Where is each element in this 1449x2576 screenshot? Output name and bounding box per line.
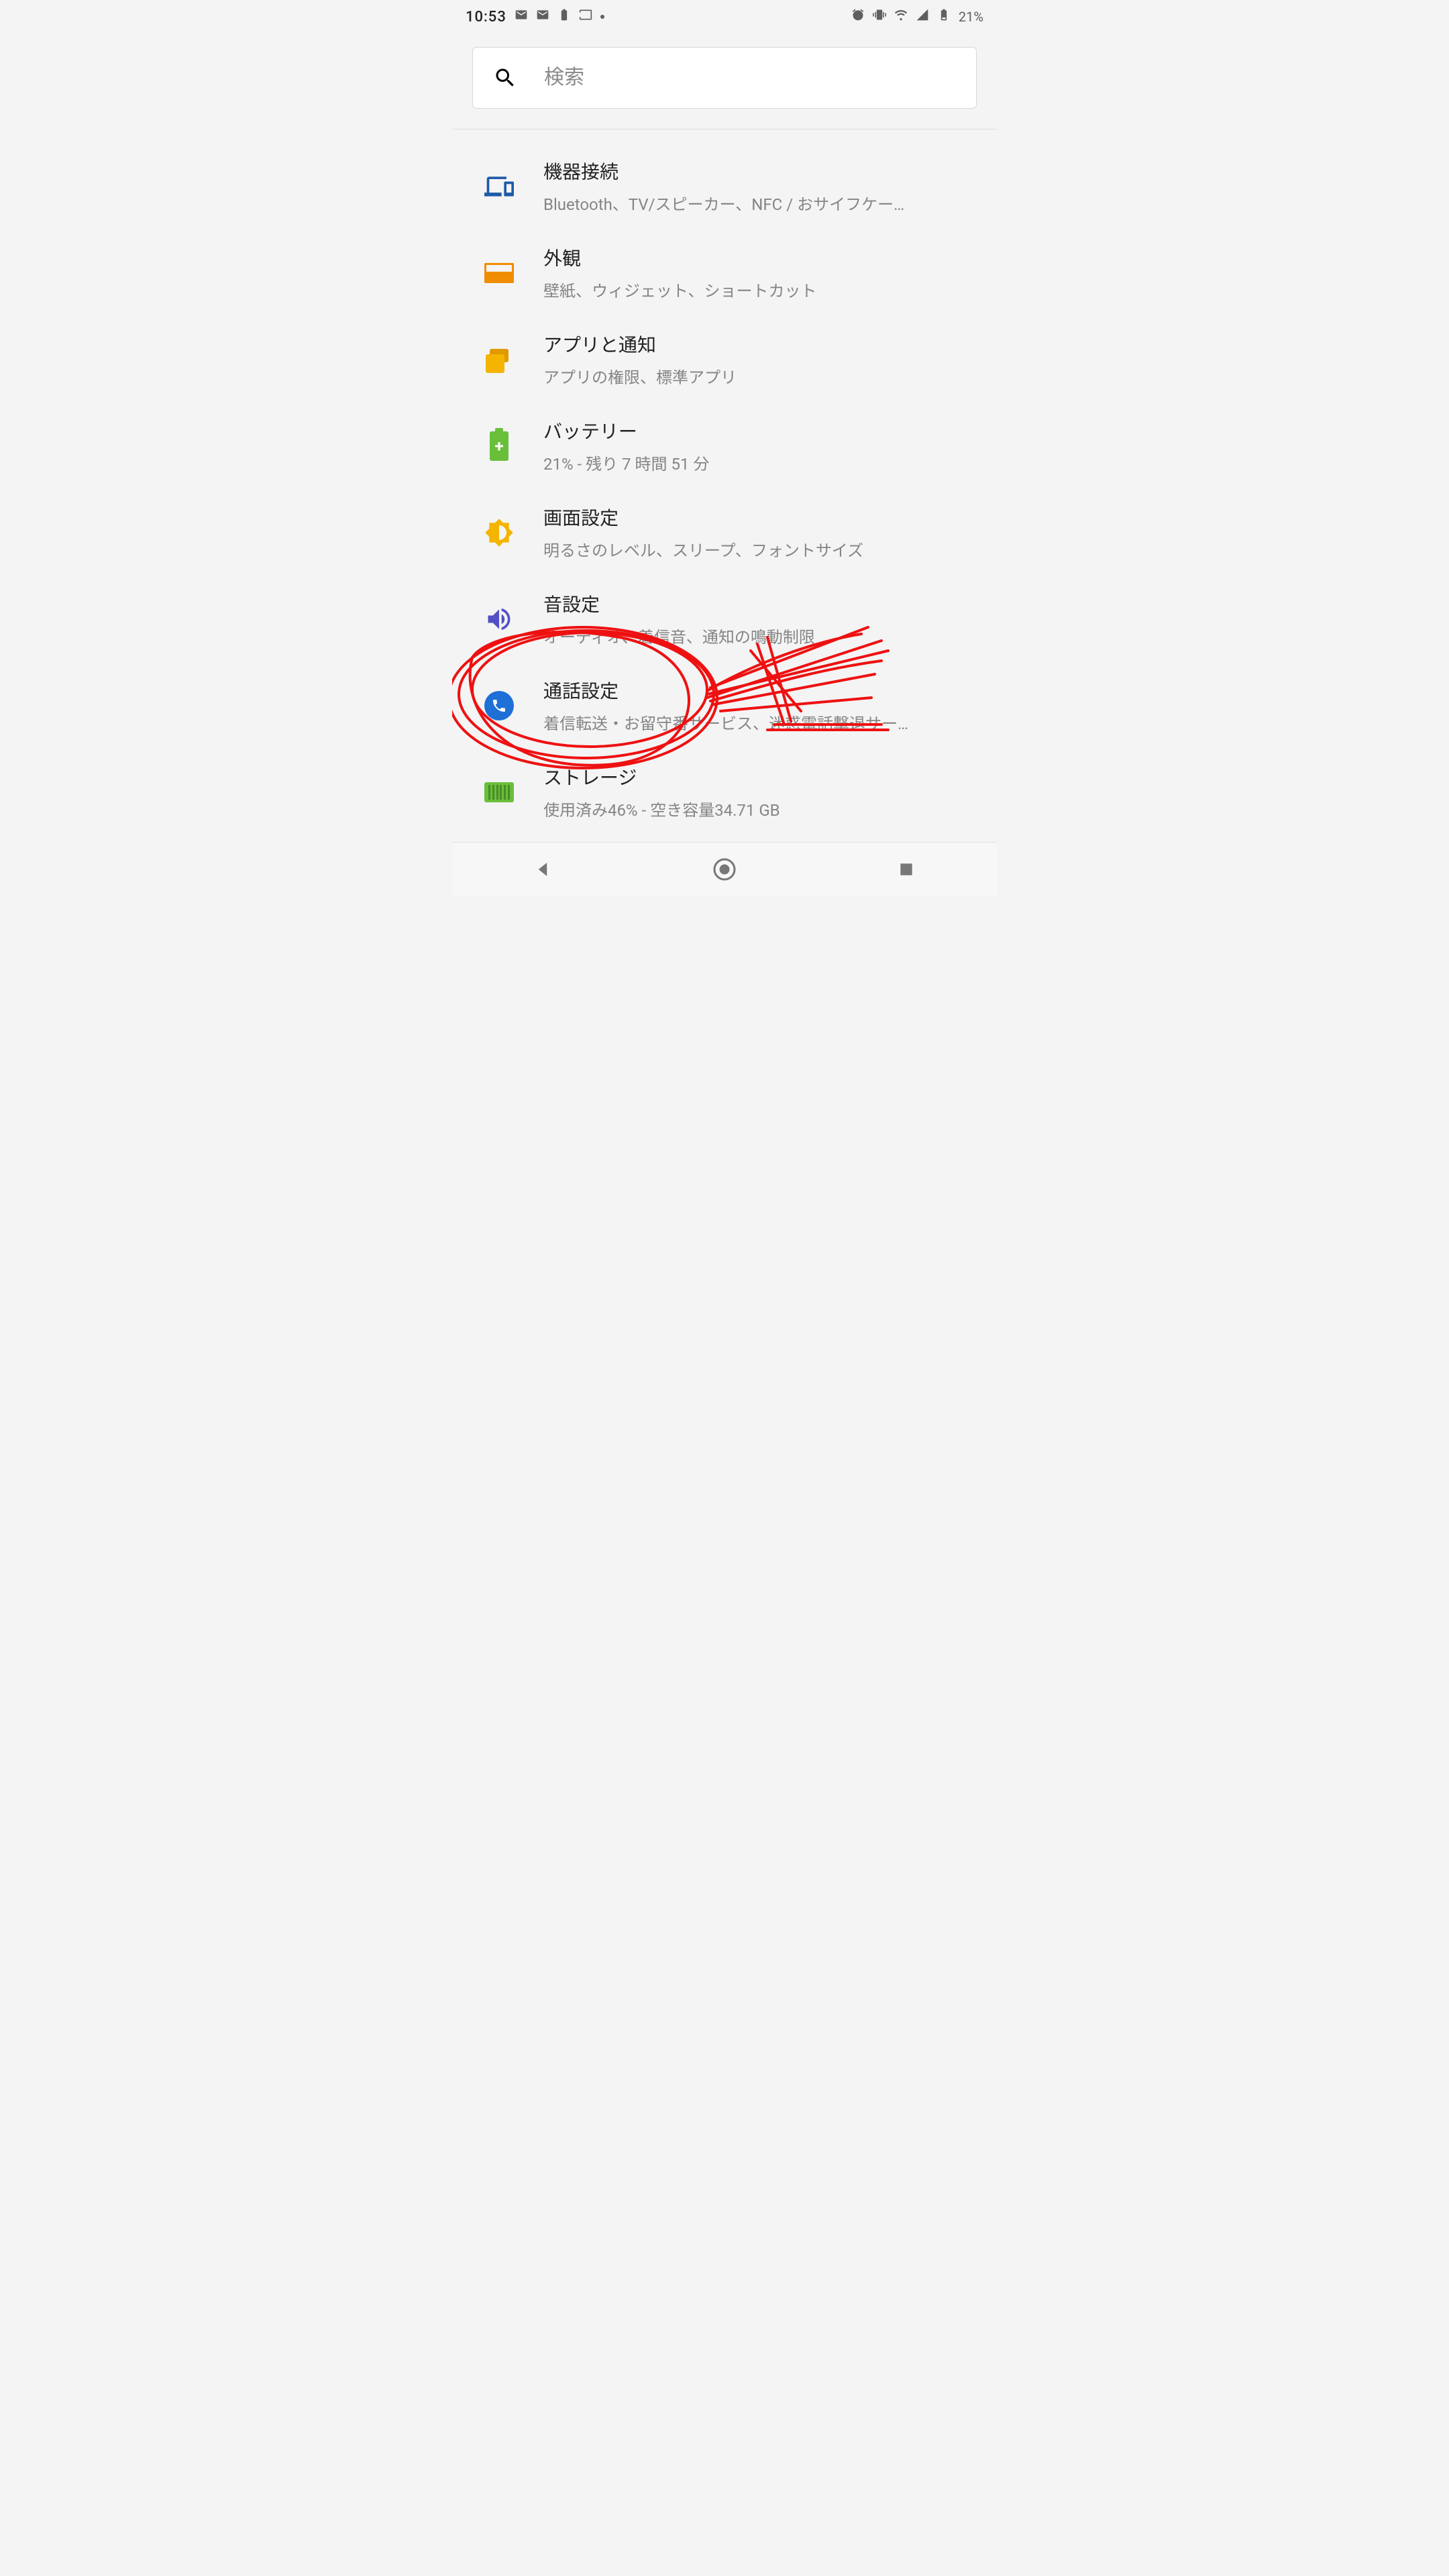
row-subtitle: 明るさのレベル、スリープ、フォントサイズ — [543, 537, 977, 561]
row-subtitle: アプリの権限、標準アプリ — [543, 364, 977, 388]
vibrate-icon — [873, 8, 886, 25]
nav-back-button[interactable] — [528, 855, 557, 884]
row-storage[interactable]: ストレージ 使用済み46% - 空き容量34.71 GB — [452, 749, 997, 835]
gmail-icon — [515, 8, 528, 25]
dot-icon — [600, 15, 604, 19]
wifi-icon — [894, 8, 908, 25]
row-title: 画面設定 — [543, 504, 977, 531]
row-subtitle: 着信転送・お留守番サービス、迷惑電話撃退サー… — [543, 710, 977, 734]
row-apps[interactable]: アプリと通知 アプリの権限、標準アプリ — [452, 316, 997, 402]
status-clock: 10:53 — [466, 9, 506, 25]
battery-icon — [937, 8, 951, 25]
row-title: 通話設定 — [543, 677, 977, 704]
row-battery[interactable]: + バッテリー 21% - 残り 7 時間 51 分 — [452, 402, 997, 489]
display-icon — [479, 513, 519, 553]
row-sound[interactable]: 音設定 オーディオ、着信音、通知の鳴動制限 — [452, 576, 997, 662]
battery-percent: 21% — [959, 9, 983, 25]
battery-warning-icon — [557, 8, 571, 25]
row-title: 外観 — [543, 244, 977, 271]
appearance-icon — [479, 253, 519, 293]
signal-icon — [916, 8, 929, 25]
apps-icon — [479, 339, 519, 380]
row-title: アプリと通知 — [543, 331, 977, 358]
call-icon — [479, 686, 519, 726]
sound-icon — [479, 599, 519, 639]
row-title: 機器接続 — [543, 158, 977, 184]
row-display[interactable]: 画面設定 明るさのレベル、スリープ、フォントサイズ — [452, 489, 997, 576]
row-title: ストレージ — [543, 763, 977, 790]
nav-home-button[interactable] — [710, 855, 739, 884]
battery-icon: + — [479, 426, 519, 466]
search-icon — [493, 66, 517, 90]
nav-recent-button[interactable] — [892, 855, 921, 884]
row-subtitle: 21% - 残り 7 時間 51 分 — [543, 451, 977, 474]
alarm-icon — [851, 8, 865, 25]
row-subtitle: 使用済み46% - 空き容量34.71 GB — [543, 797, 977, 820]
devices-icon — [479, 166, 519, 207]
row-call[interactable]: 通話設定 着信転送・お留守番サービス、迷惑電話撃退サー… — [452, 662, 997, 749]
row-title: バッテリー — [543, 417, 977, 444]
mail-icon — [536, 8, 549, 25]
row-subtitle: オーディオ、着信音、通知の鳴動制限 — [543, 624, 977, 647]
storage-icon — [479, 772, 519, 812]
cast-icon — [579, 8, 592, 25]
row-title: 音設定 — [543, 590, 977, 617]
status-bar: 10:53 21% — [452, 0, 997, 34]
row-appearance[interactable]: 外観 壁紙、ウィジェット、ショートカット — [452, 229, 997, 316]
search-input[interactable] — [544, 66, 956, 89]
search-section — [452, 34, 997, 129]
navigation-bar — [452, 842, 997, 896]
row-device-connection[interactable]: 機器接続 Bluetooth、TV/スピーカー、NFC / おサイフケー… — [452, 143, 997, 229]
row-subtitle: 壁紙、ウィジェット、ショートカット — [543, 278, 977, 301]
settings-list: 機器接続 Bluetooth、TV/スピーカー、NFC / おサイフケー… 外観… — [452, 129, 997, 842]
status-left: 10:53 — [466, 8, 604, 25]
row-subtitle: Bluetooth、TV/スピーカー、NFC / おサイフケー… — [543, 191, 977, 215]
status-right: 21% — [851, 8, 983, 25]
search-card[interactable] — [472, 47, 977, 109]
